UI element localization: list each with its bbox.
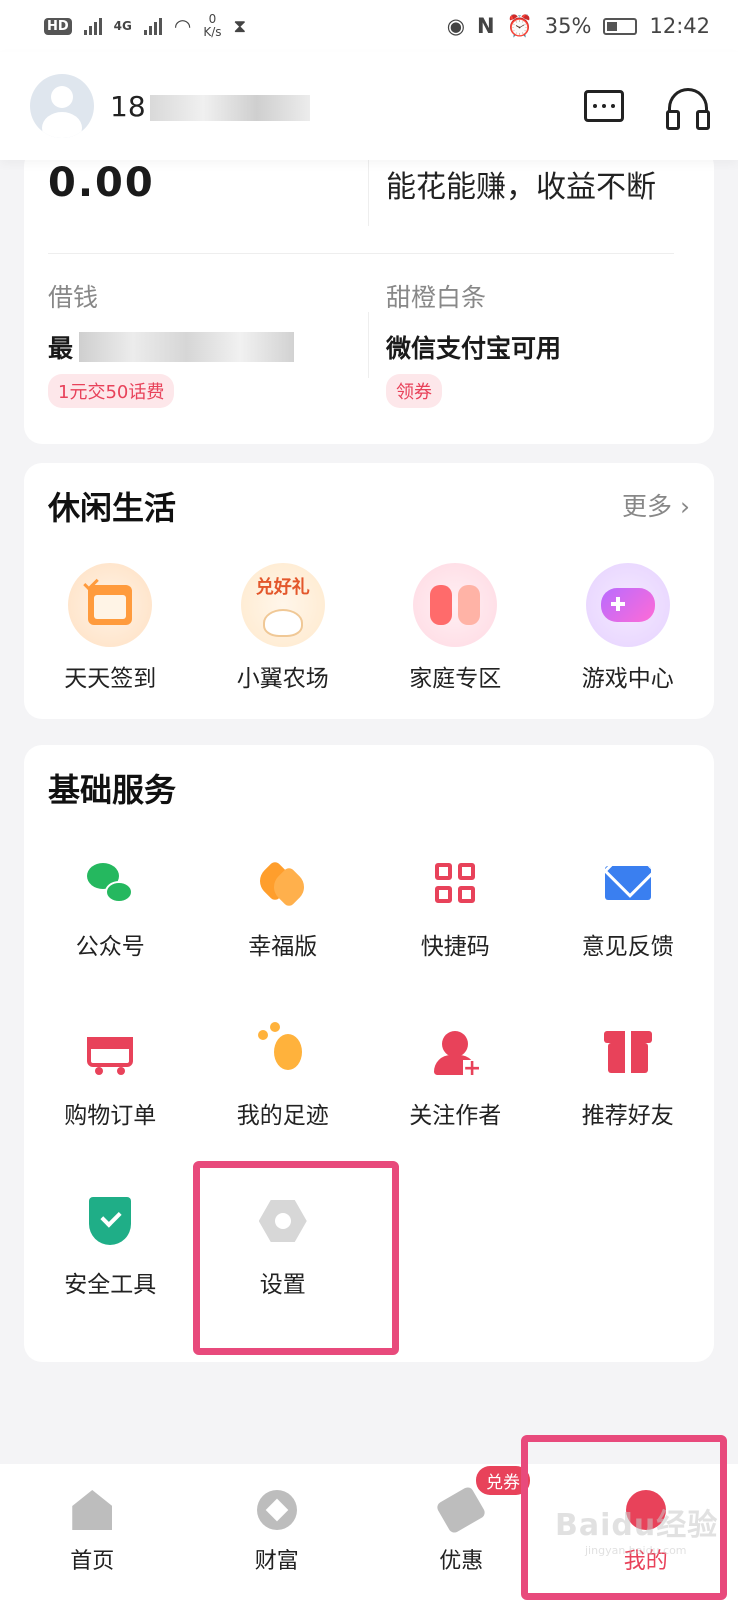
service-happy-edition[interactable]: 幸福版 (197, 855, 370, 1024)
coupon-icon (435, 1485, 488, 1535)
watermark-brand: Baidu经验 (555, 1508, 719, 1543)
finance-card: 0.00 能花能赚，收益不断 借钱 最 1元交50话费 甜橙白条 微信支付宝可用… (24, 148, 714, 444)
clock-time: 12:42 (649, 14, 710, 38)
battery-percent: 35% (544, 14, 592, 38)
leisure-item-checkin[interactable]: 天天签到 (24, 563, 197, 693)
signal-icon (83, 17, 102, 35)
leisure-item-label: 家庭专区 (409, 666, 502, 692)
farm-gift-icon: 兑好礼 (240, 563, 325, 647)
service-label: 购物订单 (64, 1103, 157, 1129)
credit-tag: 领券 (386, 374, 442, 408)
watermark: Baidu经验 jingyan.baidu.com (555, 1500, 718, 1557)
service-follow-author[interactable]: + 关注作者 (369, 1024, 542, 1193)
borrow-value-redacted (79, 332, 295, 362)
eye-icon: ◉ (446, 14, 466, 38)
net-speed-value: 0 (208, 12, 217, 26)
wealth-icon (255, 1489, 299, 1531)
net-speed: 0 K/s (203, 13, 221, 39)
home-icon (70, 1489, 114, 1531)
leisure-item-label: 小翼农场 (236, 666, 329, 692)
section-title: 休闲生活 (48, 489, 177, 527)
borrow-label: 借钱 (48, 283, 99, 312)
service-orders[interactable]: 购物订单 (24, 1024, 197, 1193)
leisure-item-label: 天天签到 (64, 666, 157, 692)
service-official-account[interactable]: 公众号 (24, 855, 197, 1024)
service-quick-code[interactable]: 快捷码 (369, 855, 542, 1024)
tab-home[interactable]: 首页 (0, 1464, 185, 1600)
leisure-item-farm[interactable]: 兑好礼 小翼农场 (197, 563, 370, 693)
wifi-icon: ◠ (173, 14, 192, 38)
service-settings[interactable]: 设置 (197, 1193, 370, 1362)
calendar-check-icon (68, 563, 153, 647)
wechat-icon (82, 855, 138, 911)
qr-code-icon (427, 855, 483, 911)
username[interactable]: 18 (110, 90, 310, 123)
leisure-item-games[interactable]: 游戏中心 (542, 563, 715, 693)
mail-icon (600, 855, 656, 911)
hd-badge: HD (44, 17, 72, 35)
divider (368, 156, 369, 226)
add-person-icon: + (427, 1024, 483, 1080)
hearts-icon (253, 855, 311, 911)
headset-icon[interactable] (666, 88, 710, 130)
username-redacted (149, 94, 310, 121)
service-label: 意见反馈 (581, 934, 674, 960)
leisure-item-family[interactable]: 家庭专区 (369, 563, 542, 693)
alarm-icon: ⏰ (506, 13, 533, 38)
more-link[interactable]: 更多 › (622, 487, 690, 523)
hourglass-icon: ⧗ (233, 15, 247, 37)
service-label: 设置 (259, 1272, 306, 1298)
borrow-entry[interactable]: 借钱 最 1元交50话费 (48, 278, 295, 408)
service-security-tools[interactable]: 安全工具 (24, 1193, 197, 1362)
service-label: 公众号 (75, 934, 145, 960)
credit-label: 甜橙白条 (386, 283, 487, 312)
watermark-url: jingyan.baidu.com (585, 1544, 687, 1557)
status-bar: HD 4G ◠ 0 K/s ⧗ ◉ N ⏰ 35% 12:42 (0, 0, 738, 52)
service-label: 推荐好友 (581, 1103, 674, 1129)
divider (48, 253, 674, 254)
tab-wealth[interactable]: 财富 (185, 1464, 370, 1600)
basic-services-section: 基础服务 公众号 幸福版 快捷码 意见反馈 购物订单 我的足迹 + 关注作者 推… (24, 745, 714, 1362)
tab-label: 优惠 (439, 1549, 484, 1574)
avatar[interactable] (30, 74, 94, 138)
service-label: 幸福版 (248, 934, 318, 960)
tab-label: 首页 (70, 1549, 115, 1574)
network-type: 4G (113, 19, 132, 33)
message-icon[interactable] (584, 90, 624, 122)
service-label: 快捷码 (420, 934, 490, 960)
balance-value[interactable]: 0.00 (48, 160, 155, 206)
borrow-value-prefix: 最 (48, 334, 74, 363)
section-title: 基础服务 (48, 771, 177, 809)
shield-check-icon (82, 1193, 138, 1249)
service-label: 我的足迹 (236, 1103, 329, 1129)
nfc-icon: N (477, 14, 495, 38)
finance-slogan[interactable]: 能花能赚，收益不断 (386, 162, 656, 206)
service-footprint[interactable]: 我的足迹 (197, 1024, 370, 1193)
service-label: 安全工具 (64, 1272, 157, 1298)
profile-header: 18 (0, 52, 738, 160)
settings-nut-icon (255, 1193, 311, 1249)
borrow-tag: 1元交50话费 (48, 374, 175, 408)
battery-icon (603, 17, 638, 35)
service-label: 关注作者 (409, 1103, 502, 1129)
service-feedback[interactable]: 意见反馈 (542, 855, 715, 1024)
farm-badge-text: 兑好礼 (255, 577, 310, 598)
footprint-icon (255, 1024, 311, 1080)
credit-entry[interactable]: 甜橙白条 微信支付宝可用 领券 (386, 278, 561, 408)
signal-icon-2 (143, 17, 162, 35)
family-icon (413, 563, 498, 647)
cart-icon (82, 1024, 138, 1080)
leisure-section: 休闲生活 更多 › 天天签到 兑好礼 小翼农场 家庭专区 游戏中心 (24, 463, 714, 719)
leisure-item-label: 游戏中心 (581, 666, 674, 692)
net-speed-unit: K/s (203, 25, 222, 39)
divider (368, 312, 369, 378)
borrow-value: 最 (48, 330, 295, 364)
coupon-badge: 兑券 (476, 1466, 530, 1495)
gift-icon (600, 1024, 656, 1080)
service-refer-friend[interactable]: 推荐好友 (542, 1024, 715, 1193)
username-text: 18 (110, 89, 146, 123)
tab-label: 财富 (254, 1549, 299, 1574)
gamepad-icon (585, 563, 670, 647)
credit-value: 微信支付宝可用 (386, 334, 562, 363)
